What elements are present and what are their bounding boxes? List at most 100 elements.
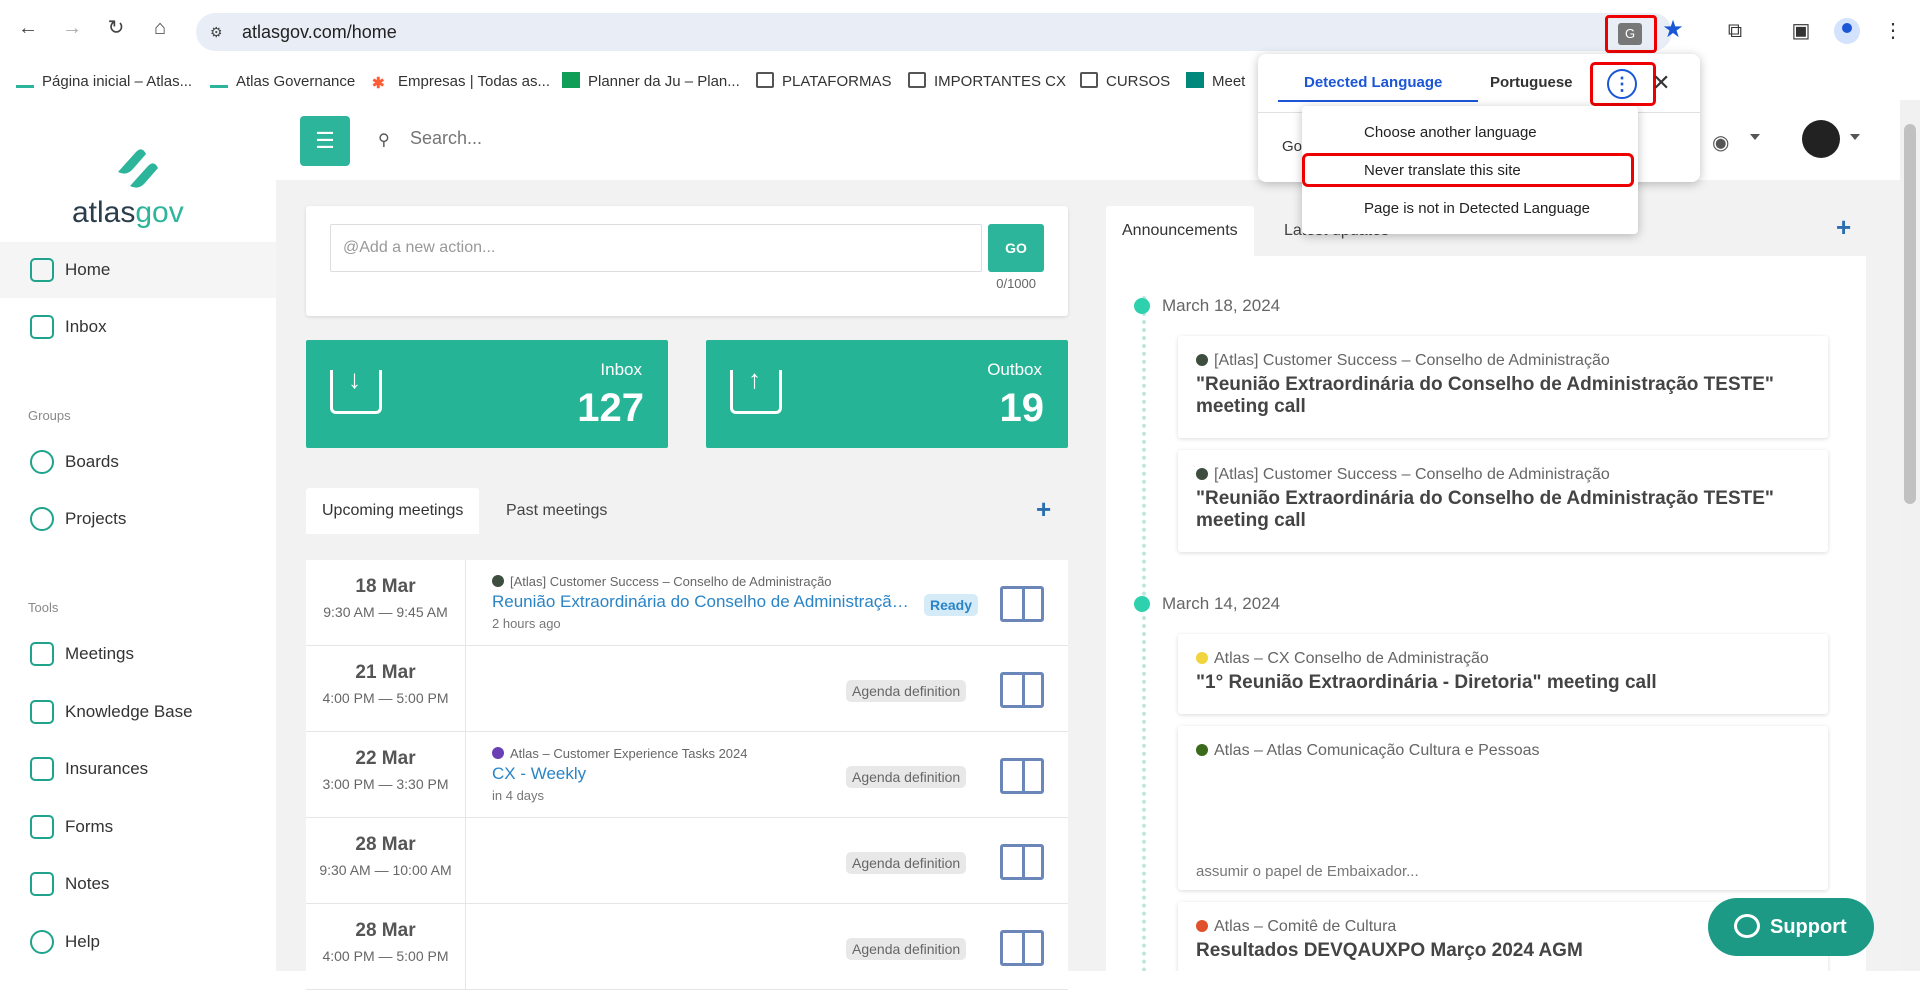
announcement-card[interactable]: Atlas – CX Conselho de Administração "1°…	[1178, 634, 1828, 714]
outbox-card[interactable]: ↑ Outbox 19	[706, 340, 1068, 448]
book-icon[interactable]	[1000, 844, 1044, 880]
inbox-count: 127	[577, 386, 644, 430]
insurance-icon	[30, 757, 54, 781]
table-row[interactable]: 28 Mar 9:30 AM — 10:00 AM Agenda definiti…	[306, 818, 1068, 904]
users-icon	[30, 450, 54, 474]
timeline-line	[1142, 616, 1146, 971]
table-row[interactable]: 18 Mar 9:30 AM — 9:45 AM [Atlas] Customer…	[306, 560, 1068, 646]
meeting-title[interactable]: Reunião Extraordinária do Conselho de Ad…	[492, 592, 912, 612]
inbox-card[interactable]: ↓ Inbox 127	[306, 340, 668, 448]
menu-item-choose-language[interactable]: Choose another language	[1364, 124, 1537, 141]
sidebar-item-notes[interactable]: Notes	[0, 856, 276, 912]
tab-detected-language[interactable]: Detected Language	[1304, 74, 1442, 91]
announcement-card[interactable]: [Atlas] Customer Success – Conselho de A…	[1178, 336, 1828, 438]
sidebar-item-home[interactable]: Home	[0, 242, 276, 298]
chevron-down-icon[interactable]	[1850, 134, 1860, 140]
meeting-date: 28 Mar 9:30 AM — 10:00 AM	[306, 818, 466, 904]
support-button[interactable]: Support	[1708, 898, 1874, 956]
network-icon	[30, 507, 54, 531]
tab-portuguese[interactable]: Portuguese	[1490, 74, 1573, 91]
reload-icon[interactable]: ↻	[104, 16, 128, 40]
help-icon	[30, 930, 54, 954]
meeting-group: [Atlas] Customer Success – Conselho de A…	[492, 574, 832, 589]
table-row[interactable]: 21 Mar 4:00 PM — 5:00 PM Agenda definitio…	[306, 646, 1068, 732]
bookmark-folder[interactable]: CURSOS	[1080, 70, 1170, 94]
translate-more-options-button[interactable]: ⋮	[1590, 62, 1656, 106]
announcement-card[interactable]: Atlas – Atlas Comunicação Cultura e Pess…	[1178, 726, 1828, 890]
bookmark-folder[interactable]: IMPORTANTES CX	[908, 70, 1066, 94]
book-icon[interactable]	[1000, 672, 1044, 708]
sidebar-item-boards[interactable]: Boards	[0, 434, 276, 490]
sidebar-item-forms[interactable]: Forms	[0, 799, 276, 855]
bookmark-item[interactable]: ✱ Empresas | Todas as...	[372, 70, 550, 94]
add-action-input[interactable]: @Add a new action...	[330, 224, 982, 272]
atlasgov-logo-icon	[118, 149, 158, 188]
go-button[interactable]: GO	[988, 224, 1044, 272]
search-input[interactable]	[410, 128, 710, 149]
group-color-dot	[492, 747, 504, 759]
close-icon[interactable]: ✕	[1652, 70, 1670, 96]
meeting-relative-time: 2 hours ago	[492, 616, 561, 631]
back-icon[interactable]: ←	[16, 16, 40, 40]
sidebar-item-help[interactable]: Help	[0, 914, 276, 970]
chat-bubble-icon	[1734, 914, 1760, 938]
folder-icon	[756, 72, 774, 88]
sidebar-heading-tools: Tools	[28, 600, 59, 615]
never-translate-highlight	[1302, 153, 1634, 187]
meeting-title[interactable]: CX - Weekly	[492, 764, 586, 784]
tab-past-meetings[interactable]: Past meetings	[490, 488, 623, 534]
browser-menu-icon[interactable]: ⋮	[1880, 18, 1906, 44]
extensions-icon[interactable]: ⧉	[1722, 18, 1748, 44]
pen-icon	[30, 815, 54, 839]
sidebar-item-projects[interactable]: Projects	[0, 491, 276, 547]
atlas-logo-icon	[210, 72, 228, 88]
sidebar-item-meetings[interactable]: Meetings	[0, 626, 276, 682]
meet-icon	[1186, 72, 1204, 88]
translate-button[interactable]: G	[1605, 15, 1657, 53]
eye-icon[interactable]: ◉	[1712, 130, 1729, 155]
bookmark-item[interactable]: Página inicial – Atlas...	[16, 70, 192, 94]
home-icon[interactable]: ⌂	[148, 16, 172, 40]
home-icon	[30, 258, 54, 282]
announcement-card[interactable]: [Atlas] Customer Success – Conselho de A…	[1178, 450, 1828, 552]
address-bar[interactable]: ⚙ atlasgov.com/home	[196, 13, 1672, 51]
announcement-title: "Reunião Extraordinária do Conselho de A…	[1196, 374, 1774, 417]
translate-icon: G	[1618, 23, 1642, 45]
add-action-card: @Add a new action... GO 0/1000	[306, 206, 1068, 316]
site-info-icon[interactable]: ⚙	[210, 23, 228, 41]
url-text[interactable]: atlasgov.com/home	[242, 22, 397, 43]
archive-icon	[30, 700, 54, 724]
tab-upcoming-meetings[interactable]: Upcoming meetings	[306, 488, 480, 534]
bookmark-folder[interactable]: PLATAFORMAS	[756, 70, 891, 94]
profile-avatar[interactable]	[1834, 18, 1860, 44]
book-icon[interactable]	[1000, 930, 1044, 966]
bookmark-item[interactable]: Atlas Governance	[210, 70, 355, 94]
bookmark-star-icon[interactable]: ★	[1660, 17, 1686, 43]
announcement-snippet: assumir o papel de Embaixador...	[1196, 863, 1419, 880]
bookmark-item[interactable]: Meet	[1186, 70, 1245, 94]
table-row[interactable]: 22 Mar 3:00 PM — 3:30 PM Atlas – Customer…	[306, 732, 1068, 818]
more-vertical-icon: ⋮	[1607, 69, 1637, 99]
book-icon[interactable]	[1000, 586, 1044, 622]
chevron-down-icon[interactable]	[1750, 134, 1760, 140]
book-icon[interactable]	[1000, 758, 1044, 794]
group-color-dot	[1196, 354, 1208, 366]
forward-icon[interactable]: →	[60, 16, 84, 40]
tab-announcements[interactable]: Announcements	[1106, 206, 1254, 256]
sidebar-item-inbox[interactable]: Inbox	[0, 299, 276, 355]
table-row[interactable]: 28 Mar 4:00 PM — 5:00 PM Agenda definitio…	[306, 904, 1068, 990]
sidebar-item-knowledge-base[interactable]: Knowledge Base	[0, 684, 276, 740]
user-avatar[interactable]	[1802, 120, 1840, 158]
hamburger-menu-button[interactable]: ☰	[300, 116, 350, 166]
meetings-tabs: Upcoming meetings Past meetings +	[306, 488, 1068, 534]
page-scrollbar[interactable]	[1900, 100, 1920, 971]
bookmark-item[interactable]: Planner da Ju – Plan...	[562, 70, 740, 94]
status-badge: Agenda definition	[846, 766, 967, 788]
menu-item-not-detected-language[interactable]: Page is not in Detected Language	[1364, 200, 1590, 217]
sidebar-item-insurances[interactable]: Insurances	[0, 741, 276, 797]
side-panel-icon[interactable]: ▣	[1788, 18, 1814, 44]
status-badge: Agenda definition	[846, 680, 967, 702]
scrollbar-thumb[interactable]	[1904, 124, 1916, 504]
add-announcement-icon[interactable]: +	[1836, 212, 1851, 243]
add-meeting-icon[interactable]: +	[1036, 494, 1051, 525]
